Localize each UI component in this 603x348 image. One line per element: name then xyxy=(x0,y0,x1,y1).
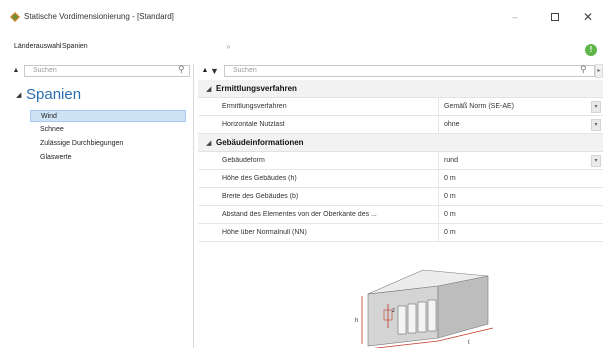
property-grid: ◢ Ermittlungsverfahren Ermittlungsverfah… xyxy=(198,80,603,242)
property-name: Abstand des Elementes von der Oberkante … xyxy=(222,211,377,218)
property-row[interactable]: Breite des Gebäudes (b) 0 m xyxy=(198,188,603,206)
tree-root-label: Spanien xyxy=(26,86,82,103)
maximize-button[interactable] xyxy=(540,8,570,26)
depth-label: t xyxy=(468,340,470,346)
property-value[interactable]: 0 m xyxy=(444,175,456,182)
property-name: Horizontale Nutzlast xyxy=(222,121,285,128)
search-icon[interactable]: ⚲ xyxy=(178,64,185,75)
menu-bar: Länderauswahl Spanien » xyxy=(0,40,603,56)
height-label: h xyxy=(355,318,358,324)
property-row[interactable]: Abstand des Elementes von der Oberkante … xyxy=(198,206,603,224)
property-value[interactable]: 0 m xyxy=(444,229,456,236)
property-value[interactable]: 0 m xyxy=(444,211,456,218)
title-bar: Statische Vordimensionierung - [Standard… xyxy=(0,0,603,34)
property-name: Breite des Gebäudes (b) xyxy=(222,193,299,200)
property-value[interactable]: ohne xyxy=(444,121,460,128)
column-divider xyxy=(438,206,439,224)
property-name: Gebäudeform xyxy=(222,157,265,164)
section-gebaeudeinformationen[interactable]: ◢ Gebäudeinformationen xyxy=(198,134,603,152)
right-search-bar: ▲ ▼ Suchen ⚲ ▸ xyxy=(198,64,603,78)
section-title: Ermittlungsverfahren xyxy=(216,84,297,93)
property-name: Höhe über Normalnull (NN) xyxy=(222,229,307,236)
property-panel: ▲ ▼ Suchen ⚲ ▸ ◢ Ermittlungsverfahren Er… xyxy=(198,64,603,348)
column-divider xyxy=(438,170,439,188)
section-collapse-icon[interactable]: ◢ xyxy=(206,139,211,147)
column-divider xyxy=(438,116,439,134)
property-row[interactable]: Höhe über Normalnull (NN) 0 m xyxy=(198,224,603,242)
window-title: Statische Vordimensionierung - [Standard… xyxy=(24,12,174,21)
menu-spanien[interactable]: Spanien xyxy=(62,43,88,50)
left-search-bar: ▲ Suchen ⚲ xyxy=(10,64,194,78)
right-search-placeholder: Suchen xyxy=(233,67,257,74)
column-divider xyxy=(438,224,439,242)
close-button[interactable]: ✕ xyxy=(573,8,603,26)
section-ermittlungsverfahren[interactable]: ◢ Ermittlungsverfahren xyxy=(198,80,603,98)
property-value[interactable]: 0 m xyxy=(444,193,456,200)
right-search-input[interactable]: Suchen xyxy=(224,65,595,77)
minimize-button[interactable]: – xyxy=(500,8,530,26)
tree-expand-icon[interactable]: ◢ xyxy=(16,91,21,99)
collapse-tree-button[interactable]: ▲ xyxy=(10,64,22,78)
filter-icon[interactable]: ▼ xyxy=(210,64,220,78)
toolbar-overflow-icon[interactable]: » xyxy=(226,42,230,51)
building-illustration: h b t z xyxy=(355,269,494,348)
tree-root-spanien[interactable]: ◢ Spanien xyxy=(16,86,196,104)
tree-item-schnee[interactable]: Schnee xyxy=(30,124,186,136)
left-search-placeholder: Suchen xyxy=(33,67,57,74)
tree-item-glaswerte[interactable]: Glaswerte xyxy=(30,152,186,164)
menu-laenderauswahl[interactable]: Länderauswahl xyxy=(14,43,61,50)
info-status-icon[interactable]: ! xyxy=(585,44,597,56)
property-row[interactable]: Gebäudeform rund ▾ xyxy=(198,152,603,170)
property-value[interactable]: Gemäß Norm (SE-AE) xyxy=(444,103,514,110)
navigation-panel: ▲ Suchen ⚲ ◢ Spanien Wind Schnee Zulässi… xyxy=(10,64,194,348)
property-name: Ermittlungsverfahren xyxy=(222,103,287,110)
property-value[interactable]: rund xyxy=(444,157,458,164)
search-icon[interactable]: ⚲ xyxy=(580,64,587,75)
maximize-icon xyxy=(551,12,559,21)
tree-item-zulaessige-durchbiegungen[interactable]: Zulässige Durchbiegungen xyxy=(30,138,186,150)
app-logo-icon xyxy=(10,12,20,22)
dropdown-arrow-icon[interactable]: ▾ xyxy=(591,101,601,113)
collapse-all-button[interactable]: ▲ xyxy=(200,64,210,78)
dropdown-arrow-icon[interactable]: ▾ xyxy=(591,119,601,131)
property-row[interactable]: Ermittlungsverfahren Gemäß Norm (SE-AE) … xyxy=(198,98,603,116)
element-height-label: z xyxy=(392,308,395,314)
tree-item-wind[interactable]: Wind xyxy=(30,110,186,122)
column-divider xyxy=(438,152,439,170)
column-divider xyxy=(438,188,439,206)
column-divider xyxy=(438,98,439,116)
section-collapse-icon[interactable]: ◢ xyxy=(206,85,211,93)
property-name: Höhe des Gebäudes (h) xyxy=(222,175,297,182)
scroll-arrow-icon[interactable]: ▸ xyxy=(595,64,603,78)
dropdown-arrow-icon[interactable]: ▾ xyxy=(591,155,601,167)
property-row[interactable]: Horizontale Nutzlast ohne ▾ xyxy=(198,116,603,134)
left-search-input[interactable]: Suchen xyxy=(24,65,190,77)
property-row[interactable]: Höhe des Gebäudes (h) 0 m xyxy=(198,170,603,188)
section-title: Gebäudeinformationen xyxy=(216,138,304,147)
